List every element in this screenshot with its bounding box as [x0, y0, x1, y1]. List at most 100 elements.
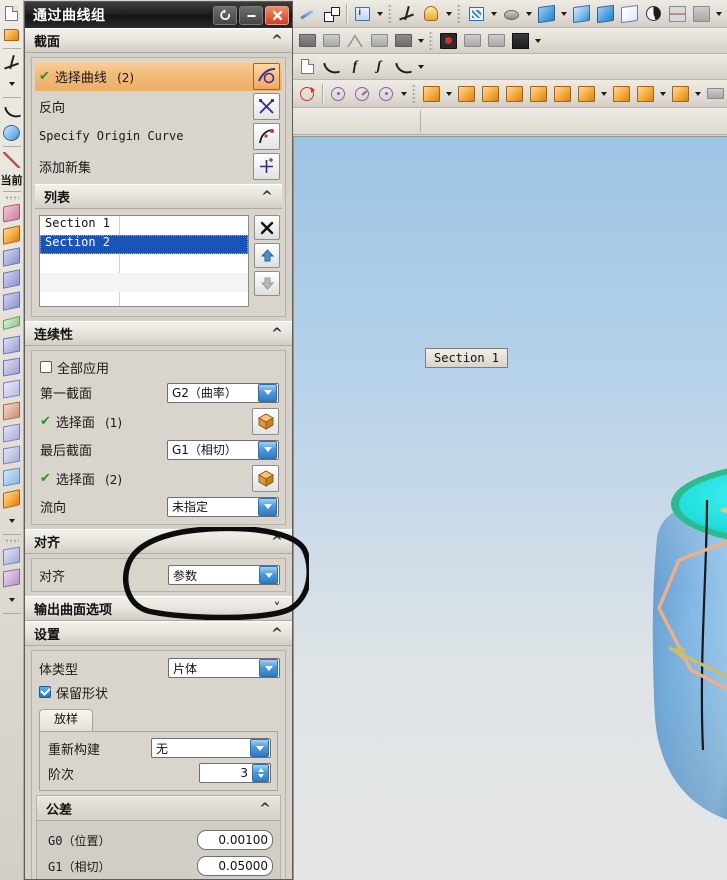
sphere-icon[interactable]	[0, 122, 24, 144]
offset-surface-icon[interactable]	[0, 334, 24, 356]
sew-icon[interactable]	[0, 422, 24, 444]
tolerance-g0-input[interactable]: 0.00100	[197, 830, 273, 850]
chevron-down-icon[interactable]	[259, 566, 278, 584]
revolve-icon[interactable]	[454, 83, 478, 105]
dropdown-arrow-icon[interactable]	[415, 30, 426, 52]
dropdown-arrow-icon[interactable]	[6, 589, 17, 611]
toolbar-grip[interactable]	[388, 3, 392, 24]
dropdown-arrow-icon[interactable]	[488, 3, 499, 25]
enlarge-icon[interactable]	[0, 400, 24, 422]
select-curve-icon[interactable]	[253, 62, 280, 90]
line-icon[interactable]	[0, 149, 24, 171]
move-up-button[interactable]	[254, 243, 280, 268]
flow-direction-combo[interactable]: 未指定	[167, 496, 279, 517]
reverse-direction-icon[interactable]	[253, 92, 280, 120]
open-file-icon[interactable]	[0, 24, 24, 46]
chevron-up-icon[interactable]: ^	[266, 34, 288, 48]
record-frame-icon[interactable]	[436, 30, 460, 52]
dropdown-arrow-icon[interactable]	[415, 56, 426, 78]
through-curve-mesh-icon[interactable]	[0, 268, 24, 290]
triangle-icon[interactable]	[343, 30, 367, 52]
rebuild-combo[interactable]: 无	[151, 738, 271, 758]
section-cube-icon[interactable]	[665, 3, 689, 25]
studio-surface-icon[interactable]	[0, 545, 24, 567]
bell-light-icon[interactable]	[419, 3, 443, 25]
add-new-set-row[interactable]: 添加新集	[35, 151, 282, 181]
circle-center-icon[interactable]	[374, 83, 398, 105]
extrude-icon[interactable]	[419, 83, 443, 105]
section-list[interactable]: Section 1 Section 2	[39, 215, 249, 307]
law-curve-icon[interactable]: ʃ	[367, 56, 391, 78]
instance-icon[interactable]	[633, 83, 657, 105]
minimize-button[interactable]	[239, 5, 263, 25]
paper-icon[interactable]	[295, 56, 319, 78]
chevron-down-icon[interactable]	[258, 383, 277, 402]
tolerance-g1-input[interactable]: 0.05000	[197, 856, 273, 876]
stepper-arrows-icon[interactable]	[252, 764, 269, 782]
toolbar-grip[interactable]	[429, 30, 433, 51]
arc-icon[interactable]	[0, 100, 24, 122]
blue-cube-solid-icon[interactable]	[593, 3, 617, 25]
dialog-title-bar[interactable]: 通过曲线组	[25, 2, 292, 28]
section-header-section[interactable]: 截面 ^	[25, 28, 292, 53]
fx-curve-icon[interactable]: f	[343, 56, 367, 78]
dropdown-arrow-icon[interactable]	[598, 83, 609, 105]
face-cube-icon[interactable]	[252, 407, 279, 435]
spline-icon[interactable]	[391, 56, 415, 78]
list-item[interactable]	[40, 292, 248, 306]
stack-icon[interactable]	[391, 30, 415, 52]
gray-solid-icon[interactable]	[689, 3, 713, 25]
select-face-1-row[interactable]: ✔ 选择面 (1)	[36, 406, 281, 436]
boolean-icon[interactable]	[574, 83, 598, 105]
preserve-shape-checkbox[interactable]	[39, 686, 51, 698]
circle-point-icon[interactable]	[326, 83, 350, 105]
two-squares-icon[interactable]	[319, 3, 343, 25]
reset-button[interactable]	[213, 5, 237, 25]
degree-stepper[interactable]: 3	[199, 763, 271, 783]
blue-cube-shaded-icon[interactable]	[569, 3, 593, 25]
move-down-button[interactable]	[254, 271, 280, 296]
tolerance-header[interactable]: 公差 ^	[37, 796, 280, 821]
list-item[interactable]	[40, 254, 248, 273]
solid-block-icon[interactable]	[319, 30, 343, 52]
new-file-icon[interactable]	[0, 2, 24, 24]
align-combo[interactable]: 参数	[168, 565, 280, 585]
chevron-up-icon[interactable]: ^	[254, 802, 276, 816]
body-type-combo[interactable]: 片体	[168, 658, 280, 678]
dropdown-arrow-icon[interactable]	[532, 30, 543, 52]
chevron-up-icon[interactable]: ^	[266, 535, 288, 549]
dropdown-arrow-icon[interactable]	[558, 3, 569, 25]
sweep-surface-icon[interactable]	[0, 224, 24, 246]
pattern-icon[interactable]	[668, 83, 692, 105]
section-header-alignment[interactable]: 对齐 ^	[25, 529, 292, 554]
section-header-output-surface[interactable]: 输出曲面选项 ˅	[25, 596, 292, 621]
window-2-icon[interactable]	[484, 30, 508, 52]
transition-icon[interactable]	[0, 567, 24, 589]
chevron-up-icon[interactable]: ^	[256, 190, 278, 204]
datum-plane-icon[interactable]	[0, 51, 24, 73]
toolbar-grip[interactable]	[412, 83, 416, 104]
face-cube-icon[interactable]	[252, 464, 279, 492]
circle-arc-icon[interactable]	[350, 83, 374, 105]
toolbar-grip[interactable]	[4, 539, 19, 543]
section-header-settings[interactable]: 设置 ^	[25, 621, 292, 646]
dropdown-arrow-icon[interactable]	[6, 510, 17, 532]
dropdown-arrow-icon[interactable]	[6, 73, 17, 95]
list-header[interactable]: 列表 ^	[35, 184, 282, 209]
dropdown-arrow-icon[interactable]	[713, 3, 724, 25]
x-form-icon[interactable]	[0, 488, 24, 510]
trim-sheet-icon[interactable]	[0, 378, 24, 400]
layers-icon[interactable]	[295, 30, 319, 52]
dropdown-arrow-icon[interactable]	[692, 83, 703, 105]
section-header-continuity[interactable]: 连续性 ^	[25, 321, 292, 346]
toolbar-grip[interactable]	[4, 196, 19, 200]
trim-icon[interactable]	[609, 83, 633, 105]
chevron-up-icon[interactable]: ^	[266, 327, 288, 341]
measure-icon[interactable]	[703, 83, 727, 105]
bounded-plane-icon[interactable]	[0, 312, 24, 334]
preserve-shape-row[interactable]: 保留形状	[35, 681, 282, 703]
chevron-down-icon[interactable]	[258, 440, 277, 459]
sheet-icon[interactable]	[367, 30, 391, 52]
dropdown-arrow-icon[interactable]	[398, 83, 409, 105]
window-icon[interactable]	[460, 30, 484, 52]
